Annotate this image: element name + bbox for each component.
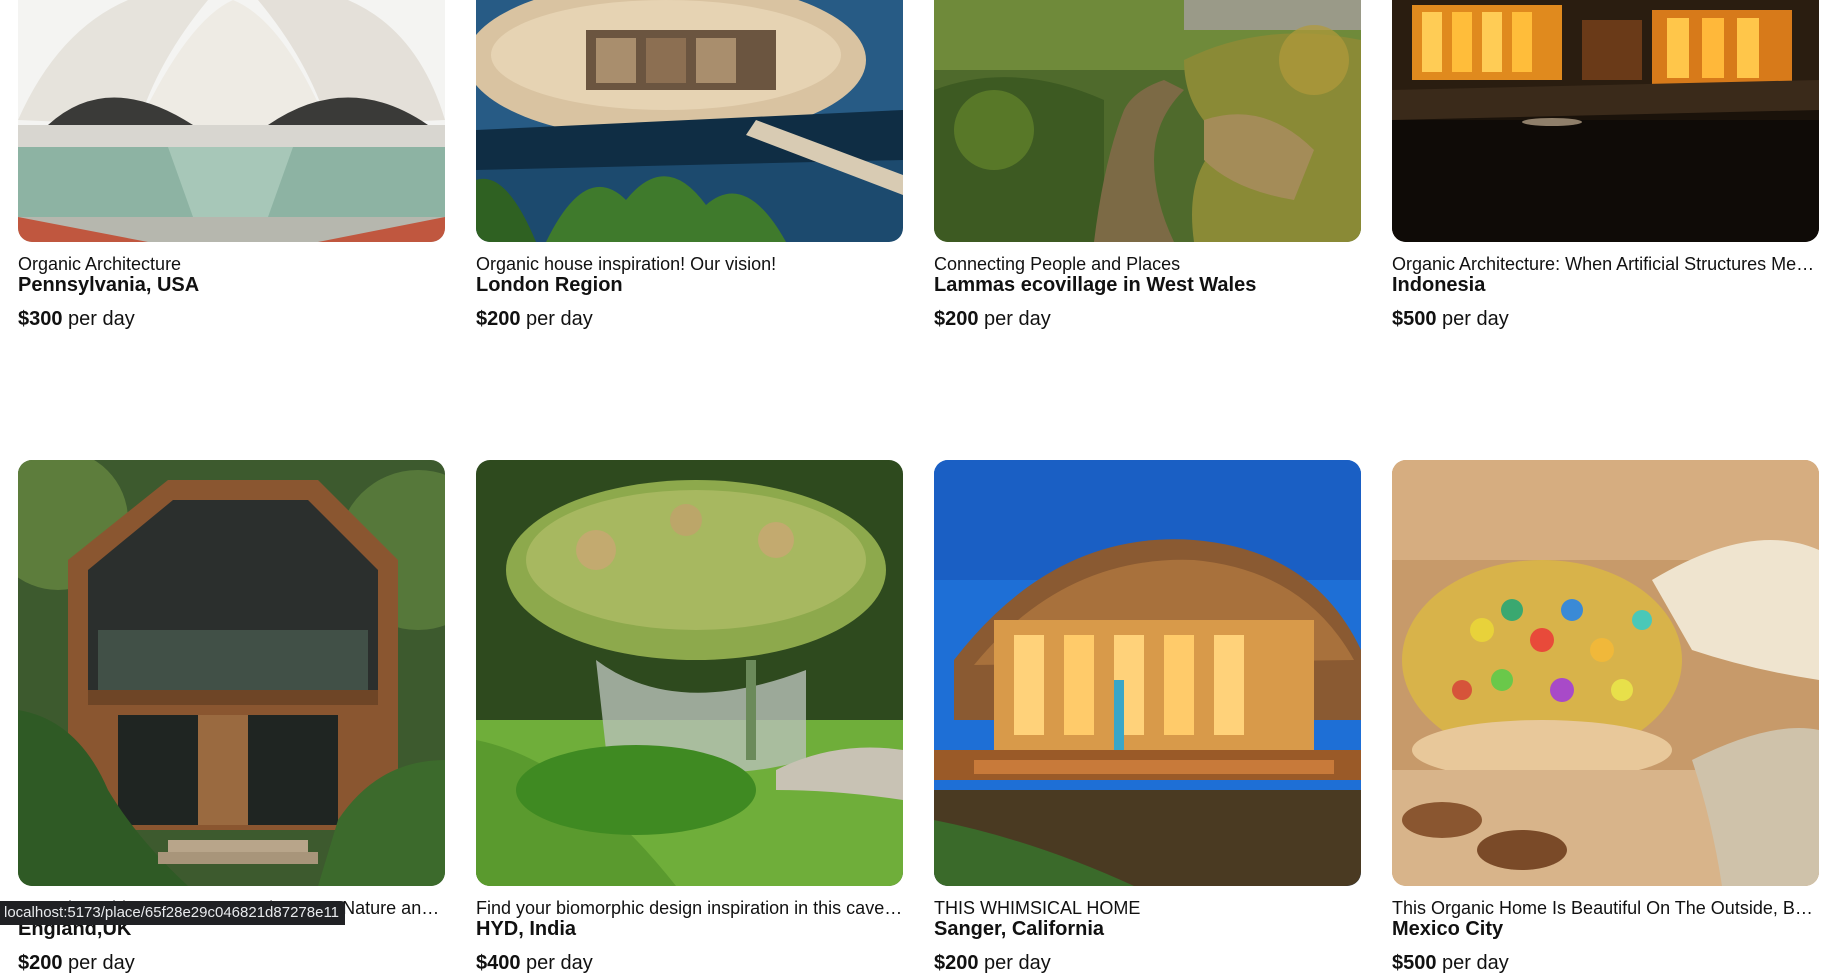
- listing-location: Lammas ecovillage in West Wales: [934, 274, 1257, 296]
- listing-photo: [18, 0, 445, 242]
- listing-card[interactable]: Connecting People and Places Lammas ecov…: [934, 0, 1361, 330]
- listing-location: London Region: [476, 274, 623, 296]
- price-amount: $200: [18, 952, 63, 974]
- listing-price: $200 per day: [934, 308, 1361, 330]
- listing-location: Indonesia: [1392, 274, 1486, 296]
- listing-card[interactable]: Find your biomorphic design inspiration …: [476, 460, 903, 974]
- listing-location: Mexico City: [1392, 918, 1504, 940]
- listing-subtitle: Organic house inspiration! Our vision!: [476, 254, 777, 274]
- listing-photo: [1392, 460, 1819, 886]
- price-amount: $300: [18, 308, 63, 330]
- listing-price: $500 per day: [1392, 308, 1819, 330]
- listing-subtitle: Find your biomorphic design inspiration …: [476, 898, 903, 918]
- listing-subtitle: Organic Architecture: [18, 254, 182, 274]
- listing-card[interactable]: Organic Architecture Pennsylvania, USA $…: [18, 0, 445, 330]
- listing-photo: [934, 0, 1361, 242]
- status-bar-url: localhost:5173/place/65f28e29c046821d872…: [0, 901, 346, 925]
- listing-subtitle: Organic Architecture: When Artificial St…: [1392, 254, 1819, 274]
- price-amount: $500: [1392, 308, 1437, 330]
- price-unit: per day: [1436, 952, 1509, 974]
- listing-price: $200 per day: [476, 308, 903, 330]
- listing-photo: [934, 460, 1361, 886]
- price-unit: per day: [978, 308, 1051, 330]
- listing-photo: [1392, 0, 1819, 242]
- listing-card[interactable]: THIS WHIMSICAL HOME Sanger, California $…: [934, 460, 1361, 974]
- price-amount: $200: [934, 952, 979, 974]
- listing-card[interactable]: Organic house inspiration! Our vision! L…: [476, 0, 903, 330]
- listing-card[interactable]: Organic Architecture: When Artificial St…: [1392, 0, 1819, 330]
- listing-card[interactable]: This Organic Home Is Beautiful On The Ou…: [1392, 460, 1819, 974]
- price-unit: per day: [1436, 308, 1509, 330]
- price-unit: per day: [62, 308, 135, 330]
- listing-price: $200 per day: [18, 952, 445, 974]
- listing-price: $300 per day: [18, 308, 445, 330]
- price-unit: per day: [520, 308, 593, 330]
- listing-subtitle: Connecting People and Places: [934, 254, 1181, 274]
- listing-subtitle: This Organic Home Is Beautiful On The Ou…: [1392, 898, 1819, 918]
- price-unit: per day: [62, 952, 135, 974]
- listings-grid: Organic Architecture Pennsylvania, USA $…: [18, 0, 1819, 974]
- listing-location: Pennsylvania, USA: [18, 274, 200, 296]
- price-amount: $500: [1392, 952, 1437, 974]
- price-amount: $200: [476, 308, 521, 330]
- listing-photo: [476, 0, 903, 242]
- listing-subtitle: THIS WHIMSICAL HOME: [934, 898, 1141, 918]
- listing-card[interactable]: Organic Architecture: Harmony between Na…: [18, 460, 445, 974]
- listing-photo: [18, 460, 445, 886]
- price-unit: per day: [520, 952, 593, 974]
- price-amount: $200: [934, 308, 979, 330]
- price-unit: per day: [978, 952, 1051, 974]
- listing-location: Sanger, California: [934, 918, 1105, 940]
- listing-price: $200 per day: [934, 952, 1361, 974]
- price-amount: $400: [476, 952, 521, 974]
- listing-photo: [476, 460, 903, 886]
- listing-price: $500 per day: [1392, 952, 1819, 974]
- listing-price: $400 per day: [476, 952, 903, 974]
- listing-location: HYD, India: [476, 918, 577, 940]
